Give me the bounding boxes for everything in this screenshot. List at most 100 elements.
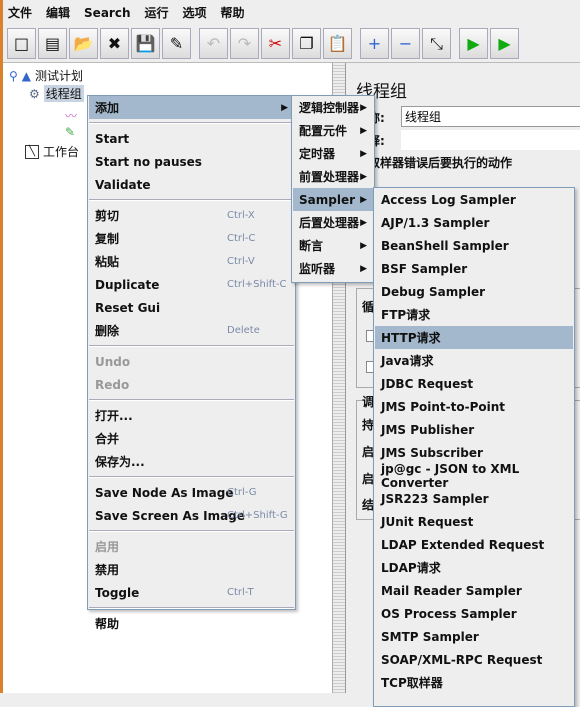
menu-5[interactable]: 帮助 bbox=[221, 4, 245, 21]
comment-input[interactable] bbox=[401, 130, 580, 150]
menu-item-context_menu-18[interactable]: 保存为... bbox=[89, 450, 294, 473]
menu-item-sampler[interactable]: Sampler ▶ bbox=[293, 188, 373, 211]
menu-item-context_menu-24[interactable]: 禁用 bbox=[89, 558, 294, 581]
close-button[interactable]: ✖ bbox=[100, 28, 129, 59]
tree-handle-icon[interactable]: ⚲ bbox=[9, 69, 18, 83]
menu-item-context_menu-0[interactable]: 添加 ▶ bbox=[89, 96, 294, 119]
menu-item-junit-request[interactable]: JUnit Request bbox=[375, 510, 573, 533]
menu-item-mail-reader-sampler[interactable]: Mail Reader Sampler bbox=[375, 579, 573, 602]
menu-item-access-log-sampler[interactable]: Access Log Sampler bbox=[375, 188, 573, 211]
menu-item-add_submenu-0[interactable]: 逻辑控制器 ▶ bbox=[293, 96, 373, 119]
menu-item-context_menu-11[interactable]: 删除 Delete bbox=[89, 319, 294, 342]
menu-item-toggle[interactable]: Toggle Ctrl-T bbox=[89, 581, 294, 604]
menu-item-context_menu-6[interactable]: 剪切 Ctrl-X bbox=[89, 204, 294, 227]
menu-item-add_submenu-2[interactable]: 定时器 ▶ bbox=[293, 142, 373, 165]
tree-node-thread-group[interactable]: ⚙ 线程组 bbox=[29, 85, 84, 102]
menu-separator bbox=[89, 476, 294, 478]
menu-item-start[interactable]: Start bbox=[89, 127, 294, 150]
collapse-button[interactable]: − bbox=[391, 28, 420, 59]
expand-button[interactable]: + bbox=[360, 28, 389, 59]
menu-item-label: JMS Subscriber bbox=[381, 445, 483, 460]
menu-item-smtp-sampler[interactable]: SMTP Sampler bbox=[375, 625, 573, 648]
menu-item-jsr223-sampler[interactable]: JSR223 Sampler bbox=[375, 487, 573, 510]
menu-item-add_submenu-7[interactable]: 监听器 ▶ bbox=[293, 257, 373, 280]
menu-item-label: Mail Reader Sampler bbox=[381, 583, 522, 598]
menu-4[interactable]: 选项 bbox=[183, 4, 207, 21]
menu-item-java[interactable]: Java请求 bbox=[375, 349, 573, 372]
submenu-arrow-icon: ▶ bbox=[360, 263, 367, 274]
menu-item-label: 启用 bbox=[95, 540, 120, 554]
start-no-pauses-button[interactable]: ▶ bbox=[490, 28, 519, 59]
menu-item-add_submenu-3[interactable]: 前置处理器 ▶ bbox=[293, 165, 373, 188]
menu-1[interactable]: 编辑 bbox=[46, 4, 70, 21]
copy-button[interactable]: ❐ bbox=[292, 28, 321, 59]
paste-button[interactable]: 📋 bbox=[323, 28, 352, 59]
menu-item-jms-point-to-point[interactable]: JMS Point-to-Point bbox=[375, 395, 573, 418]
menu-item-jdbc-request[interactable]: JDBC Request bbox=[375, 372, 573, 395]
tree-node-child-2[interactable]: ✎ bbox=[65, 125, 75, 139]
menu-item-duplicate[interactable]: Duplicate Ctrl+Shift-C bbox=[89, 273, 294, 296]
menu-item-add_submenu-5[interactable]: 后置处理器 ▶ bbox=[293, 211, 373, 234]
menu-separator bbox=[89, 399, 294, 401]
menu-item-undo[interactable]: Undo bbox=[89, 350, 294, 373]
menu-item-jp-gc-json-to-xml-converter[interactable]: jp@gc - JSON to XML Converter bbox=[375, 462, 573, 490]
menu-item-debug-sampler[interactable]: Debug Sampler bbox=[375, 280, 573, 303]
menu-item-label: 帮助 bbox=[95, 617, 120, 631]
menu-item-label: Undo bbox=[95, 354, 131, 369]
new-button[interactable]: □ bbox=[7, 28, 36, 59]
menu-item-os-process-sampler[interactable]: OS Process Sampler bbox=[375, 602, 573, 625]
menu-item-beanshell-sampler[interactable]: BeanShell Sampler bbox=[375, 234, 573, 257]
menu-item-ldap[interactable]: LDAP请求 bbox=[375, 556, 573, 579]
menu-item-context_menu-7[interactable]: 复制 Ctrl-C bbox=[89, 227, 294, 250]
menu-item-http[interactable]: HTTP请求 bbox=[375, 326, 573, 349]
cut-button[interactable]: ✂ bbox=[261, 28, 290, 59]
tree-node-test-plan[interactable]: ⚲ ▲ 测试计划 bbox=[9, 67, 83, 84]
undo-button[interactable]: ↶ bbox=[199, 28, 228, 59]
menu-item-label: JSR223 Sampler bbox=[381, 491, 489, 506]
menu-item-jms-publisher[interactable]: JMS Publisher bbox=[375, 418, 573, 441]
toggle-button[interactable]: ⤡ bbox=[422, 28, 451, 59]
open-button[interactable]: 📂 bbox=[69, 28, 98, 59]
tree-node-workbench[interactable]: ╲ 工作台 bbox=[25, 143, 79, 160]
menu-item-save-screen-as-image[interactable]: Save Screen As Image Ctrl+Shift-G bbox=[89, 504, 294, 527]
menu-item-add_submenu-1[interactable]: 配置元件 ▶ bbox=[293, 119, 373, 142]
name-input[interactable] bbox=[401, 106, 580, 127]
toggle-icon: ⤡ bbox=[430, 33, 443, 53]
menu-item-ajp-1-3-sampler[interactable]: AJP/1.3 Sampler bbox=[375, 211, 573, 234]
menu-search[interactable]: Search bbox=[84, 6, 130, 20]
menu-item-label: BSF Sampler bbox=[381, 261, 468, 276]
templates-button[interactable]: ▤ bbox=[38, 28, 67, 59]
menu-item-redo[interactable]: Redo bbox=[89, 373, 294, 396]
menu-item-label: JUnit Request bbox=[381, 514, 474, 529]
submenu-arrow-icon: ▶ bbox=[281, 102, 288, 113]
menu-item-add_submenu-6[interactable]: 断言 ▶ bbox=[293, 234, 373, 257]
menu-item-save-node-as-image[interactable]: Save Node As Image Ctrl-G bbox=[89, 481, 294, 504]
menu-item-context_menu-16[interactable]: 打开... bbox=[89, 404, 294, 427]
menu-item-context_menu-17[interactable]: 合并 bbox=[89, 427, 294, 450]
menu-item-context_menu-23[interactable]: 启用 bbox=[89, 535, 294, 558]
menu-item-ftp[interactable]: FTP请求 bbox=[375, 303, 573, 326]
menu-item-reset-gui[interactable]: Reset Gui bbox=[89, 296, 294, 319]
start-button[interactable]: ▶ bbox=[459, 28, 488, 59]
menu-item-context_menu-8[interactable]: 粘贴 Ctrl-V bbox=[89, 250, 294, 273]
menu-item-validate[interactable]: Validate bbox=[89, 173, 294, 196]
tree-node-label: 线程组 bbox=[43, 85, 84, 102]
menu-item-bsf-sampler[interactable]: BSF Sampler bbox=[375, 257, 573, 280]
copy-icon: ❐ bbox=[299, 34, 314, 53]
menu-item-label: AJP/1.3 Sampler bbox=[381, 215, 490, 230]
templates-icon: ▤ bbox=[44, 34, 61, 53]
menu-item-soap-xml-rpc-request[interactable]: SOAP/XML-RPC Request bbox=[375, 648, 573, 671]
menu-item-tcp[interactable]: TCP取样器 bbox=[375, 671, 573, 694]
expand-icon: + bbox=[367, 34, 382, 53]
save-button[interactable]: 💾 bbox=[131, 28, 160, 59]
menu-3[interactable]: 运行 bbox=[144, 4, 168, 21]
menu-item-context_menu-27[interactable]: 帮助 bbox=[89, 612, 294, 635]
save-as-button[interactable]: ✎ bbox=[162, 28, 191, 59]
tree-node-child-1[interactable]: 〰 bbox=[65, 107, 77, 124]
shortcut-label: Ctrl-G bbox=[227, 487, 257, 498]
menu-0[interactable]: 文件 bbox=[8, 4, 32, 21]
menu-item-ldap-extended-request[interactable]: LDAP Extended Request bbox=[375, 533, 573, 556]
menu-item-start-no-pauses[interactable]: Start no pauses bbox=[89, 150, 294, 173]
redo-button[interactable]: ↷ bbox=[230, 28, 259, 59]
submenu-arrow-icon: ▶ bbox=[360, 171, 367, 182]
